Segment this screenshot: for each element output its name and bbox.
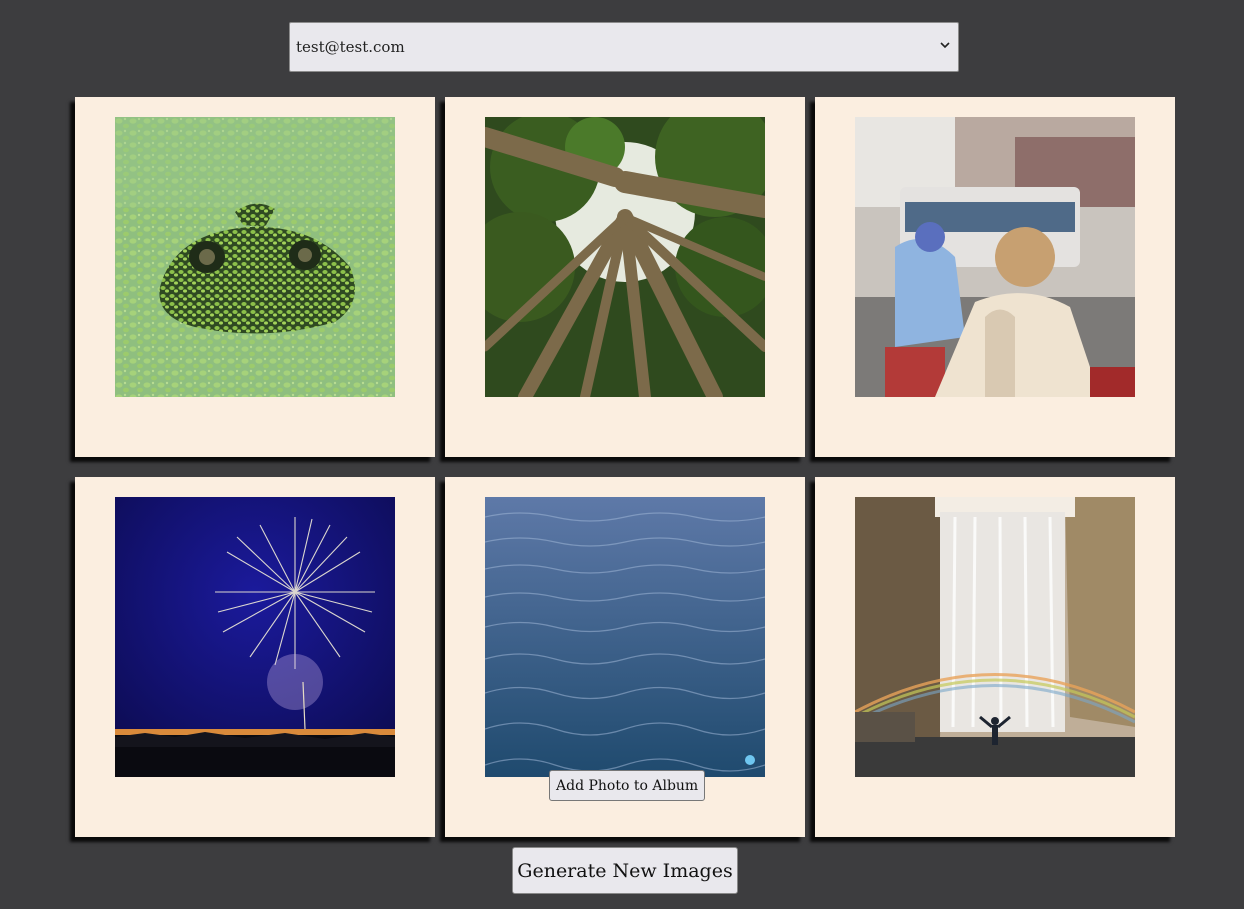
add-photo-to-album-button[interactable]: Add Photo to Album (549, 770, 706, 801)
user-select-container: test@test.com (289, 22, 959, 72)
photo-fireworks (115, 497, 395, 777)
generate-new-images-button[interactable]: Generate New Images (512, 847, 738, 894)
photo-card-fireworks[interactable] (75, 477, 435, 837)
photo-card-ocean[interactable]: Add Photo to Album (445, 477, 805, 837)
street-image (855, 117, 1135, 397)
ocean-image (485, 497, 765, 777)
forest-image (485, 117, 765, 397)
photo-street (855, 117, 1135, 397)
frog-image (115, 117, 395, 397)
fireworks-image (115, 497, 395, 777)
photo-card-waterfall[interactable] (815, 477, 1175, 837)
photo-card-frog[interactable] (75, 97, 435, 457)
photo-ocean (485, 497, 765, 777)
user-select[interactable]: test@test.com (289, 22, 959, 72)
photo-frog (115, 117, 395, 397)
photo-waterfall (855, 497, 1135, 777)
photo-card-street[interactable] (815, 97, 1175, 457)
photo-card-forest[interactable] (445, 97, 805, 457)
waterfall-image (855, 497, 1135, 777)
photo-forest (485, 117, 765, 397)
